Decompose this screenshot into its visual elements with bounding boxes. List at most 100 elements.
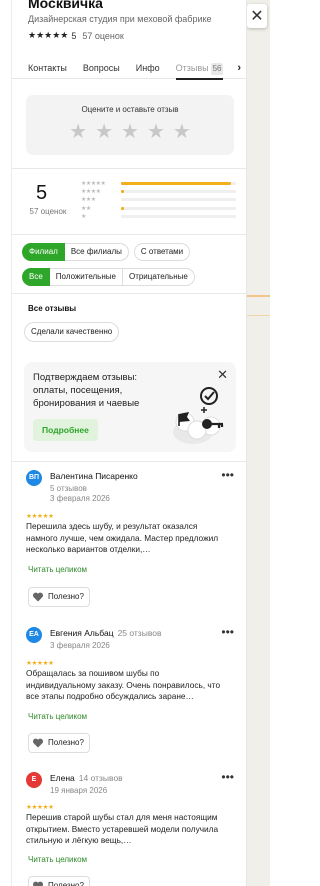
filter-all[interactable]: Все bbox=[22, 268, 50, 286]
rate-prompt: Оцените и оставьте отзыв ★ ★ ★ ★ ★ bbox=[26, 95, 234, 155]
distribution-fill bbox=[121, 189, 124, 193]
review-stars: ★★★★★ bbox=[26, 804, 54, 811]
summary-count: 57 оценок bbox=[29, 207, 67, 216]
useful-button[interactable]: Полезно? bbox=[28, 587, 90, 607]
rating-count: 57 оценок bbox=[82, 30, 124, 41]
review-date: 3 февраля 2026 bbox=[50, 641, 110, 650]
review-text: Обращалась за пошивом шубы по индивидуал… bbox=[26, 668, 221, 701]
rate-prompt-text: Оцените и оставьте отзыв bbox=[81, 105, 179, 114]
divider bbox=[12, 168, 246, 169]
star-icon[interactable]: ★ bbox=[69, 122, 87, 142]
filter-all-branches[interactable]: Все филиалы bbox=[64, 243, 129, 261]
divider bbox=[12, 293, 246, 294]
place-rating[interactable]: ★★★★★ 5 57 оценок bbox=[28, 30, 243, 41]
review-text: Перешив старой шубы стал для меня настоя… bbox=[26, 812, 219, 845]
verification-promo: Подтверждаем отзывы: оплаты, посещения, … bbox=[24, 362, 236, 452]
star-icon[interactable]: ★ bbox=[173, 122, 191, 142]
more-options-icon[interactable]: ••• bbox=[221, 625, 234, 639]
review-author[interactable]: Елена 14 отзывов bbox=[50, 773, 123, 783]
more-options-icon[interactable]: ••• bbox=[221, 770, 234, 784]
verification-illustration-icon bbox=[173, 387, 224, 444]
star-icon[interactable]: ★ bbox=[147, 122, 165, 142]
promo-more-button[interactable]: Подробнее bbox=[33, 419, 98, 441]
useful-button[interactable]: Полезно? bbox=[28, 733, 90, 753]
tab-label: Контакты bbox=[28, 62, 67, 73]
avatar[interactable]: ВП bbox=[26, 470, 42, 486]
place-header: Москвичка Дизайнерская студия при мехово… bbox=[28, 0, 243, 41]
tab-label: Инфо bbox=[135, 62, 160, 73]
review-author-count: 5 отзывов bbox=[50, 484, 87, 493]
useful-button[interactable]: Полезно? bbox=[28, 876, 90, 886]
summary-score: 5 bbox=[36, 182, 48, 204]
more-options-icon[interactable]: ••• bbox=[221, 468, 234, 482]
read-more-link[interactable]: Читать целиком bbox=[28, 712, 87, 721]
map-area[interactable] bbox=[246, 0, 270, 886]
review-author-name: Елена bbox=[50, 773, 75, 783]
read-more-link[interactable]: Читать целиком bbox=[28, 565, 87, 574]
rating-distribution: ★★★★★ ★★★★ ★★★ ★★ ★ bbox=[81, 179, 236, 220]
avatar[interactable]: Е bbox=[26, 772, 42, 788]
place-subtitle: Дизайнерская студия при меховой фабрике bbox=[28, 14, 212, 24]
review-stars: ★★★★★ bbox=[26, 513, 54, 520]
star-icon[interactable]: ★ bbox=[95, 122, 113, 142]
distribution-row: ★★★★★ bbox=[81, 179, 236, 187]
tab-badge: 56 bbox=[210, 62, 224, 75]
close-icon: ✕ bbox=[250, 8, 264, 25]
review-author-count: 14 отзывов bbox=[78, 773, 123, 783]
place-panel: Москвичка Дизайнерская студия при мехово… bbox=[0, 0, 247, 886]
avatar[interactable]: ЕА bbox=[26, 627, 42, 643]
useful-label: Полезно? bbox=[48, 881, 84, 886]
rating-summary: 5 57 оценок ★★★★★ ★★★★ ★★★ ★★ ★ bbox=[26, 176, 236, 226]
review-author-name: Евгения Альбац bbox=[50, 628, 114, 638]
divider bbox=[12, 234, 246, 235]
distribution-fill bbox=[121, 206, 124, 210]
distribution-track bbox=[121, 181, 236, 185]
all-reviews-heading[interactable]: Все отзывы bbox=[28, 304, 76, 313]
useful-label: Полезно? bbox=[48, 738, 84, 747]
review-author-count: 25 отзывов bbox=[117, 628, 162, 638]
map-road bbox=[246, 295, 270, 297]
sentiment-filters: Все Положительные Отрицательные bbox=[22, 268, 195, 286]
rate-stars: ★ ★ ★ ★ ★ bbox=[26, 122, 234, 142]
scope-filters: Филиал Все филиалы С ответами bbox=[22, 243, 191, 261]
distribution-track bbox=[121, 198, 236, 202]
read-more-link[interactable]: Читать целиком bbox=[28, 855, 87, 864]
distribution-fill bbox=[121, 181, 232, 185]
tab-info[interactable]: Инфо bbox=[120, 57, 160, 79]
distribution-row: ★★★ bbox=[81, 196, 236, 204]
filter-with-answers[interactable]: С ответами bbox=[133, 243, 191, 261]
useful-label: Полезно? bbox=[48, 592, 84, 601]
distribution-row: ★★★★ bbox=[81, 187, 236, 195]
distribution-track bbox=[121, 214, 236, 218]
review-stars: ★★★★★ bbox=[26, 660, 54, 667]
map-road bbox=[246, 315, 270, 316]
star-icon: ★★★★★ bbox=[81, 180, 106, 187]
filter-negative[interactable]: Отрицательные bbox=[122, 268, 195, 286]
distribution-row: ★ bbox=[81, 212, 236, 220]
heart-icon bbox=[32, 592, 44, 602]
review-text: Перешила здесь шубу, и результат оказалс… bbox=[26, 521, 219, 554]
tab-label: Отзывы bbox=[175, 62, 209, 73]
star-icon[interactable]: ★ bbox=[121, 122, 139, 142]
close-panel-button[interactable]: ✕ bbox=[247, 4, 267, 28]
rating-value: 5 bbox=[71, 30, 77, 41]
promo-text: Подтверждаем отзывы: оплаты, посещения, … bbox=[33, 372, 140, 409]
filter-branch[interactable]: Филиал bbox=[22, 243, 65, 261]
star-icon: ★★★ bbox=[81, 197, 96, 204]
tab-label: Вопросы bbox=[82, 62, 120, 73]
chevron-right-icon[interactable]: › bbox=[237, 57, 241, 79]
filter-positive[interactable]: Положительные bbox=[49, 268, 123, 286]
star-icon: ★ bbox=[81, 213, 86, 220]
aspect-pill-quality[interactable]: Сделали качественно bbox=[24, 322, 120, 342]
star-icon: ★★ bbox=[81, 205, 91, 212]
rating-stars-icon: ★★★★★ bbox=[28, 30, 69, 40]
tab-reviews[interactable]: Отзывы 56 bbox=[160, 57, 224, 80]
star-icon: ★★★★ bbox=[81, 188, 101, 195]
heart-icon bbox=[32, 738, 44, 748]
tab-contacts[interactable]: Контакты bbox=[12, 57, 67, 79]
review-author[interactable]: Валентина Писаренко bbox=[50, 471, 138, 481]
review-date: 3 февраля 2026 bbox=[50, 494, 110, 503]
review-author[interactable]: Евгения Альбац 25 отзывов bbox=[50, 628, 161, 638]
distribution-track bbox=[121, 189, 236, 193]
tab-questions[interactable]: Вопросы bbox=[67, 57, 120, 79]
